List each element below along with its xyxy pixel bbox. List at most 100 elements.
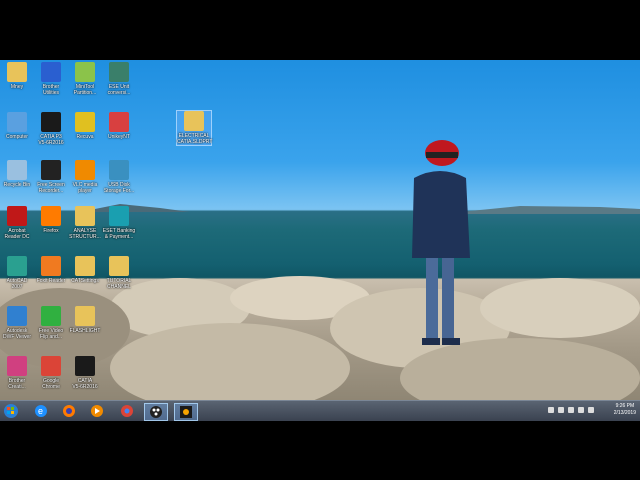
dwf-viewer-icon <box>7 306 27 326</box>
desktop-icon-firefox[interactable]: Firefox <box>34 206 68 234</box>
catia-icon <box>75 356 95 376</box>
desktop-icon-label: USB Disk Storage For... <box>103 182 135 194</box>
desktop-icon-label: FLASHLIGHT <box>69 328 101 334</box>
chrome-icon <box>41 356 61 376</box>
desktop-icon-label: Free Video Flip and... <box>38 328 64 340</box>
desktop-icon-label: CATIA V5-6R2016 <box>72 378 98 390</box>
desktop-icon-folder[interactable]: TUTORIAL CHANNEL <box>102 256 136 290</box>
desktop-icon-eset[interactable]: ESET Banking & Payment... <box>102 206 136 240</box>
folder-icon <box>75 256 95 276</box>
desktop-icon-folder[interactable]: CATSettings <box>68 256 102 284</box>
desktop-icon-acrobat[interactable]: Acrobat Reader DC <box>0 206 34 240</box>
folder-icon <box>75 206 95 226</box>
unikey-icon <box>109 112 129 132</box>
desktop-icon-unit-converter[interactable]: ESE Unit conversi... <box>102 62 136 96</box>
desktop-icon-chrome[interactable]: Google Chrome <box>34 356 68 390</box>
desktop-icon-autocad[interactable]: AutoCAD 2007 <box>0 256 34 290</box>
desktop-icon-brother-utilities[interactable]: Brother Utilities <box>34 62 68 96</box>
desktop-icon-computer[interactable]: Computer <box>0 112 34 140</box>
brother-utilities-icon <box>41 62 61 82</box>
taskbar: e 9:26 PM 2/13/2019 <box>0 400 640 421</box>
usb-disk-icon <box>109 160 129 180</box>
signal-icon[interactable] <box>588 407 594 413</box>
child-figure <box>412 140 470 345</box>
desktop-icon-label: CATIA P3 V5-6R2016 <box>38 134 64 146</box>
desktop-icon-catia[interactable]: CATIA V5-6R2016 <box>68 356 102 390</box>
folder-icon <box>75 306 95 326</box>
desktop-icon-folder[interactable]: ELECTRICAL CATIA.SLDPRT <box>176 110 212 146</box>
catia-icon[interactable] <box>174 403 198 421</box>
desktop-icon-label: Autodesk DWF Viewer <box>3 328 31 340</box>
folder-icon <box>7 62 27 82</box>
start-button[interactable] <box>2 403 24 419</box>
desktop-icon-label: TUTORIAL CHANNEL <box>106 278 132 290</box>
firefox-icon <box>41 206 61 226</box>
autocad-icon <box>7 256 27 276</box>
screen-recorder-icon[interactable] <box>144 403 168 421</box>
computer-icon <box>7 112 27 132</box>
desktop-icon-catia[interactable]: CATIA P3 V5-6R2016 <box>34 112 68 146</box>
desktop-icon-label: Foxit Reader <box>36 278 66 284</box>
desktop-icon-folder[interactable]: Mney <box>0 62 34 90</box>
flag-icon[interactable] <box>558 407 564 413</box>
tray-arrow-icon[interactable] <box>548 407 554 413</box>
catia-icon <box>41 112 61 132</box>
eset-icon <box>109 206 129 226</box>
desktop-icon-folder[interactable]: FLASHLIGHT <box>68 306 102 334</box>
desktop-icon-folder[interactable]: ANALYSE STRUCTUR... <box>68 206 102 240</box>
desktop-icon-unikey[interactable]: UnikeyNT <box>102 112 136 140</box>
desktop-icon-label: Brother Creati... <box>8 378 26 390</box>
desktop-icon-video-flip[interactable]: Free Video Flip and... <box>34 306 68 340</box>
screen-recorder-icon <box>41 160 61 180</box>
firefox-icon[interactable] <box>58 403 80 419</box>
desktop-icon-label: Brother Utilities <box>42 84 60 96</box>
desktop-icon-usb-disk[interactable]: USB Disk Storage For... <box>102 160 136 194</box>
desktop-icon-label: Mney <box>10 84 24 90</box>
chrome-icon[interactable] <box>116 403 138 419</box>
desktop-icon-label: ANALYSE STRUCTUR... <box>69 228 101 240</box>
brother-creative-icon <box>7 356 27 376</box>
desktop-icon-dwf-viewer[interactable]: Autodesk DWF Viewer <box>0 306 34 340</box>
desktop-icon-label: ESET Banking & Payment... <box>102 228 136 240</box>
clock[interactable]: 9:26 PM 2/13/2019 <box>614 403 636 417</box>
desktop-icon-label: Acrobat Reader DC <box>4 228 30 240</box>
foxit-icon <box>41 256 61 276</box>
desktop-icon-label: Computer <box>6 134 28 140</box>
desktop-icon-label: AutoCAD 2007 <box>6 278 28 290</box>
desktop[interactable]: Mney Brother Utilities MiniTool Partition.… <box>0 60 640 400</box>
desktop-icon-vlc[interactable]: VLC media player <box>68 160 102 194</box>
folder-icon <box>109 256 129 276</box>
desktop-icon-label: Recycle Bin <box>3 182 31 188</box>
vlc-icon <box>75 160 95 180</box>
internet-explorer-icon[interactable]: e <box>30 403 52 419</box>
clock-date: 2/13/2019 <box>613 410 636 416</box>
desktop-icon-label: UnikeyNT <box>108 134 130 140</box>
desktop-icon-screen-recorder[interactable]: Free Screen Recorder... <box>34 160 68 194</box>
desktop-icon-label: ELECTRICAL CATIA.SLDPRT <box>177 133 213 145</box>
desktop-icon-label: Free Screen Recorder... <box>37 182 65 194</box>
desktop-icon-label: ESE Unit conversi... <box>107 84 131 96</box>
recuva-icon <box>75 112 95 132</box>
media-player-icon[interactable] <box>86 403 108 419</box>
desktop-icon-label: CATSettings <box>71 278 99 284</box>
clock-time: 9:26 PM <box>615 403 635 409</box>
desktop-icon-minitool[interactable]: MiniTool Partition... <box>68 62 102 96</box>
desktop-icon-label: Google Chrome <box>42 378 60 390</box>
recycle-bin-icon <box>7 160 27 180</box>
volume-icon[interactable] <box>578 407 584 413</box>
unit-converter-icon <box>109 62 129 82</box>
folder-icon <box>184 111 204 131</box>
desktop-icon-label: Recuva <box>76 134 94 140</box>
minitool-icon <box>75 62 95 82</box>
svg-text:e: e <box>38 406 43 416</box>
desktop-icon-label: Firefox <box>43 228 59 234</box>
network-icon[interactable] <box>568 407 574 413</box>
acrobat-icon <box>7 206 27 226</box>
desktop-icon-label: VLC media player <box>72 182 98 194</box>
desktop-icon-recycle-bin[interactable]: Recycle Bin <box>0 160 34 188</box>
desktop-icon-recuva[interactable]: Recuva <box>68 112 102 140</box>
desktop-icon-brother-creative[interactable]: Brother Creati... <box>0 356 34 390</box>
desktop-icon-label: MiniTool Partition... <box>73 84 97 96</box>
desktop-icon-foxit[interactable]: Foxit Reader <box>34 256 68 284</box>
video-flip-icon <box>41 306 61 326</box>
